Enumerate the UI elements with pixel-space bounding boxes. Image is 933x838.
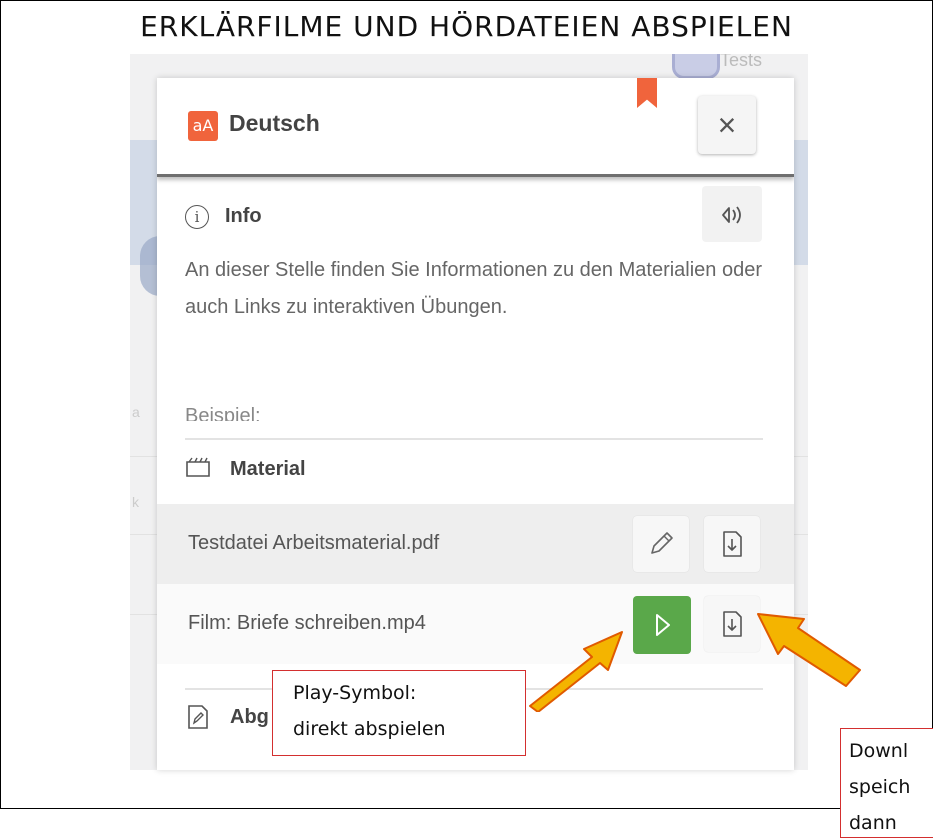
section-divider	[185, 438, 763, 440]
play-icon	[656, 614, 670, 636]
subject-title: Deutsch	[229, 110, 320, 136]
download-callout: Downl speich dann	[840, 728, 933, 838]
info-text: An dieser Stelle finden Sie Informatione…	[185, 259, 763, 318]
background-fragment: k	[132, 494, 139, 510]
bookmark-icon[interactable]	[637, 78, 657, 108]
info-cut-text: Beispiel:	[185, 401, 765, 421]
download-callout-line-2: speich	[849, 776, 911, 798]
play-callout-line-2: direkt abspielen	[293, 718, 446, 740]
read-aloud-icon	[722, 206, 741, 224]
download-callout-line-3: dann	[849, 812, 897, 834]
play-callout-line-1: Play-Symbol:	[293, 682, 417, 704]
info-title: Info	[225, 205, 262, 227]
play-callout: Play-Symbol: direkt abspielen	[272, 670, 526, 756]
close-button[interactable]: ×	[698, 96, 756, 154]
material-file-name: Testdatei Arbeitsmaterial.pdf	[188, 532, 440, 554]
material-row[interactable]: Testdatei Arbeitsmaterial.pdf	[157, 504, 794, 584]
background-user-pill	[672, 54, 720, 79]
material-row[interactable]: Film: Briefe schreiben.mp4	[157, 584, 794, 664]
download-callout-line-1: Downl	[849, 740, 909, 762]
material-file-name: Film: Briefe schreiben.mp4	[188, 612, 426, 634]
edit-button[interactable]	[633, 516, 689, 572]
subject-modal: aA Deutsch × i Info An dieser Stelle fin…	[157, 78, 794, 770]
abgabe-title: Abg	[230, 706, 269, 728]
download-button[interactable]	[704, 516, 760, 572]
info-circle-icon: i	[185, 205, 209, 229]
material-title: Material	[230, 458, 306, 480]
background-fragment: a	[132, 404, 140, 420]
subject-icon: aA	[188, 111, 218, 141]
background-top-label: Tests	[720, 54, 763, 70]
play-button[interactable]	[633, 596, 691, 654]
info-example-label: Beispiel:	[185, 405, 261, 421]
arrow-to-download-icon	[757, 613, 861, 687]
modal-header: aA Deutsch ×	[157, 78, 794, 177]
close-icon: ×	[717, 107, 737, 143]
download-icon	[723, 531, 742, 557]
pencil-icon	[651, 532, 673, 554]
read-aloud-button[interactable]	[702, 186, 762, 242]
folder-icon	[186, 457, 210, 477]
document-edit-icon	[188, 705, 208, 729]
page-heading: ERKLÄRFILME UND HÖRDATEIEN ABSPIELEN	[140, 10, 793, 43]
